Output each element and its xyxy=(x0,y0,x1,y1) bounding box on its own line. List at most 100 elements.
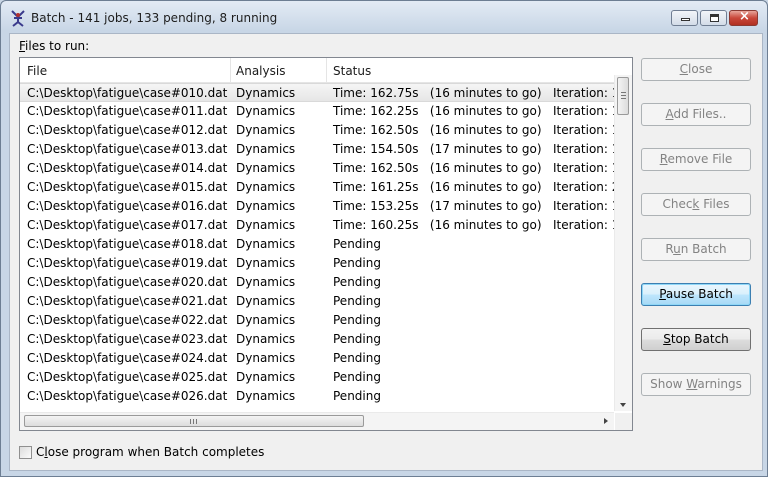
column-header-file[interactable]: File xyxy=(27,64,47,78)
table-row[interactable]: C:\Desktop\fatigue\case#014.dat Dynamics T… xyxy=(20,159,614,178)
maximize-icon xyxy=(710,14,719,22)
remove-file-button[interactable]: Remove File xyxy=(641,148,751,171)
close-icon: × xyxy=(739,9,750,24)
cell-analysis: Dynamics xyxy=(236,180,296,194)
cell-file: C:\Desktop\fatigue\case#026.dat xyxy=(27,389,228,403)
cell-status: Pending xyxy=(333,370,381,384)
cell-status: Pending xyxy=(333,256,381,270)
cell-status: Pending xyxy=(333,389,381,403)
table-row[interactable]: C:\Desktop\fatigue\case#022.dat Dynamics P… xyxy=(20,311,614,330)
table-row[interactable]: C:\Desktop\fatigue\case#021.dat Dynamics P… xyxy=(20,292,614,311)
cell-analysis: Dynamics xyxy=(236,294,296,308)
column-divider[interactable] xyxy=(230,58,231,82)
close-window-button[interactable]: × xyxy=(729,9,758,26)
table-row[interactable]: C:\Desktop\fatigue\case#025.dat Dynamics P… xyxy=(20,368,614,387)
cell-analysis: Dynamics xyxy=(236,256,296,270)
minimize-icon xyxy=(681,18,690,21)
cell-file: C:\Desktop\fatigue\case#016.dat xyxy=(27,199,228,213)
cell-file: C:\Desktop\fatigue\case#014.dat xyxy=(27,161,228,175)
scroll-corner xyxy=(615,413,632,430)
table-row[interactable]: C:\Desktop\fatigue\case#010.dat Dynamics T… xyxy=(20,83,614,102)
table-row[interactable]: C:\Desktop\fatigue\case#024.dat Dynamics P… xyxy=(20,349,614,368)
cell-status: Time: 162.75s (16 minutes to go) Iterati… xyxy=(333,86,614,100)
cell-file: C:\Desktop\fatigue\case#010.dat xyxy=(27,86,228,100)
cell-file: C:\Desktop\fatigue\case#023.dat xyxy=(27,332,228,346)
cell-file: C:\Desktop\fatigue\case#018.dat xyxy=(27,237,228,251)
files-list[interactable]: File Analysis Status C:\Desktop\fatigue\… xyxy=(19,57,633,431)
cell-file: C:\Desktop\fatigue\case#011.dat xyxy=(27,104,228,118)
close-on-complete-checkbox[interactable] xyxy=(19,446,32,459)
stop-batch-button[interactable]: Stop Batch xyxy=(641,328,751,351)
table-row[interactable]: C:\Desktop\fatigue\case#012.dat Dynamics T… xyxy=(20,121,614,140)
horizontal-scrollbar[interactable] xyxy=(20,412,614,430)
scroll-down-icon[interactable] xyxy=(620,403,626,407)
cell-status: Time: 160.25s (16 minutes to go) Iterati… xyxy=(333,218,614,232)
table-row[interactable]: C:\Desktop\fatigue\case#011.dat Dynamics T… xyxy=(20,102,614,121)
cell-file: C:\Desktop\fatigue\case#024.dat xyxy=(27,351,228,365)
run-batch-button[interactable]: Run Batch xyxy=(641,238,751,261)
grip-line xyxy=(621,95,626,96)
pause-batch-button[interactable]: Pause Batch xyxy=(641,283,751,306)
grip-line xyxy=(193,419,194,424)
table-row[interactable]: C:\Desktop\fatigue\case#015.dat Dynamics T… xyxy=(20,178,614,197)
column-header-analysis[interactable]: Analysis xyxy=(236,64,285,78)
table-row[interactable]: C:\Desktop\fatigue\case#018.dat Dynamics P… xyxy=(20,235,614,254)
cell-analysis: Dynamics xyxy=(236,104,296,118)
cell-file: C:\Desktop\fatigue\case#021.dat xyxy=(27,294,228,308)
cell-status: Time: 154.50s (17 minutes to go) Iterati… xyxy=(333,142,614,156)
cell-file: C:\Desktop\fatigue\case#022.dat xyxy=(27,313,228,327)
cell-file: C:\Desktop\fatigue\case#017.dat xyxy=(27,218,228,232)
title-bar[interactable]: Batch - 141 jobs, 133 pending, 8 running… xyxy=(1,1,767,33)
add-files-button[interactable]: Add Files.. xyxy=(641,103,751,126)
show-warnings-button[interactable]: Show Warnings xyxy=(641,373,751,396)
batch-window: Batch - 141 jobs, 133 pending, 8 running… xyxy=(0,0,768,477)
list-header: File Analysis Status xyxy=(20,58,632,83)
minimize-button[interactable] xyxy=(671,10,698,26)
table-row[interactable]: C:\Desktop\fatigue\case#016.dat Dynamics T… xyxy=(20,197,614,216)
cell-file: C:\Desktop\fatigue\case#015.dat xyxy=(27,180,228,194)
app-icon xyxy=(11,10,25,27)
check-files-button[interactable]: Check Files xyxy=(641,193,751,216)
cell-status: Pending xyxy=(333,313,381,327)
table-row[interactable]: C:\Desktop\fatigue\case#017.dat Dynamics T… xyxy=(20,216,614,235)
cell-status: Time: 162.50s (16 minutes to go) Iterati… xyxy=(333,161,614,175)
cell-status: Pending xyxy=(333,332,381,346)
cell-analysis: Dynamics xyxy=(236,351,296,365)
cell-status: Pending xyxy=(333,275,381,289)
cell-analysis: Dynamics xyxy=(236,86,296,100)
table-row[interactable]: C:\Desktop\fatigue\case#023.dat Dynamics P… xyxy=(20,330,614,349)
grip-line xyxy=(196,419,197,424)
cell-analysis: Dynamics xyxy=(236,218,296,232)
cell-file: C:\Desktop\fatigue\case#012.dat xyxy=(27,123,228,137)
column-divider[interactable] xyxy=(326,58,327,82)
horizontal-scroll-thumb[interactable] xyxy=(24,415,364,427)
cell-file: C:\Desktop\fatigue\case#013.dat xyxy=(27,142,228,156)
table-row[interactable]: C:\Desktop\fatigue\case#026.dat Dynamics P… xyxy=(20,387,614,403)
window-title: Batch - 141 jobs, 133 pending, 8 running xyxy=(31,11,278,25)
cell-analysis: Dynamics xyxy=(236,199,296,213)
table-row[interactable]: C:\Desktop\fatigue\case#013.dat Dynamics T… xyxy=(20,140,614,159)
cell-status: Time: 153.25s (17 minutes to go) Iterati… xyxy=(333,199,614,213)
cell-status: Pending xyxy=(333,237,381,251)
grip-line xyxy=(190,419,191,424)
cell-analysis: Dynamics xyxy=(236,313,296,327)
vertical-scroll-thumb[interactable] xyxy=(617,77,629,115)
grip-line xyxy=(621,92,626,93)
cell-analysis: Dynamics xyxy=(236,142,296,156)
list-rows: C:\Desktop\fatigue\case#010.dat Dynamics T… xyxy=(20,83,614,403)
table-row[interactable]: C:\Desktop\fatigue\case#019.dat Dynamics P… xyxy=(20,254,614,273)
dialog-client: Files to run: File Analysis Status C:\De… xyxy=(9,33,763,471)
cell-status: Time: 161.25s (16 minutes to go) Iterati… xyxy=(333,180,614,194)
cell-analysis: Dynamics xyxy=(236,161,296,175)
cell-analysis: Dynamics xyxy=(236,389,296,403)
scroll-right-icon[interactable] xyxy=(604,418,608,424)
close-on-complete-label[interactable]: Close program when Batch completes xyxy=(36,445,264,459)
maximize-button[interactable] xyxy=(700,10,727,26)
vertical-scrollbar[interactable] xyxy=(614,75,632,411)
cell-analysis: Dynamics xyxy=(236,275,296,289)
table-row[interactable]: C:\Desktop\fatigue\case#020.dat Dynamics P… xyxy=(20,273,614,292)
cell-analysis: Dynamics xyxy=(236,237,296,251)
cell-analysis: Dynamics xyxy=(236,370,296,384)
column-header-status[interactable]: Status xyxy=(333,64,371,78)
close-button[interactable]: Close xyxy=(641,58,751,81)
